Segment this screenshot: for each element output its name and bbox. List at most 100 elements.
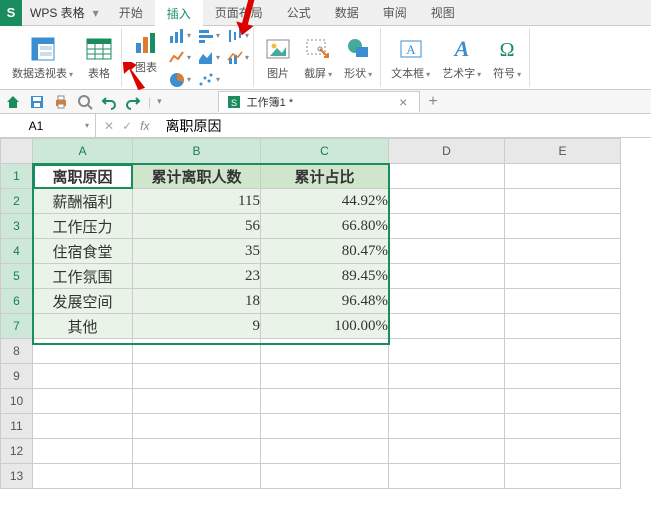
cell[interactable] <box>505 189 621 214</box>
row-header[interactable]: 6 <box>1 289 33 314</box>
cell[interactable] <box>133 464 261 489</box>
cell[interactable] <box>389 239 505 264</box>
cell[interactable] <box>133 439 261 464</box>
cell[interactable] <box>261 464 389 489</box>
cell[interactable] <box>505 239 621 264</box>
cell[interactable]: 薪酬福利 <box>33 189 133 214</box>
cell[interactable]: 56 <box>133 214 261 239</box>
row-header[interactable]: 7 <box>1 314 33 339</box>
cell[interactable] <box>261 364 389 389</box>
cell[interactable] <box>505 164 621 189</box>
cell[interactable] <box>389 389 505 414</box>
shapes-button[interactable]: 形状▾ <box>340 33 376 83</box>
cell[interactable]: 累计占比 <box>261 164 389 189</box>
qat-save-button[interactable] <box>28 93 46 111</box>
cell[interactable] <box>261 439 389 464</box>
cell[interactable] <box>389 289 505 314</box>
column-header[interactable]: C <box>261 139 389 164</box>
name-box-dropdown-icon[interactable]: ▾ <box>85 121 89 130</box>
cell[interactable]: 66.80% <box>261 214 389 239</box>
cell[interactable]: 住宿食堂 <box>33 239 133 264</box>
combo-chart-button[interactable]: ▾ <box>226 49 249 67</box>
scatter-chart-button[interactable]: ▾ <box>197 71 220 89</box>
menu-tab-0[interactable]: 开始 <box>107 0 155 26</box>
column-header[interactable]: A <box>33 139 133 164</box>
formula-input[interactable] <box>157 118 651 134</box>
cell[interactable] <box>33 414 133 439</box>
row-header[interactable]: 10 <box>1 389 33 414</box>
cell[interactable] <box>133 339 261 364</box>
cell[interactable] <box>261 414 389 439</box>
cell[interactable] <box>33 339 133 364</box>
cell[interactable]: 工作压力 <box>33 214 133 239</box>
row-header[interactable]: 2 <box>1 189 33 214</box>
row-header[interactable]: 5 <box>1 264 33 289</box>
cell[interactable]: 9 <box>133 314 261 339</box>
cell[interactable] <box>505 314 621 339</box>
cell[interactable] <box>389 339 505 364</box>
cell[interactable] <box>133 389 261 414</box>
screenshot-button[interactable]: 截屏▾ <box>300 33 336 83</box>
cell[interactable] <box>505 364 621 389</box>
document-add-button[interactable]: + <box>420 93 445 111</box>
cell[interactable]: 发展空间 <box>33 289 133 314</box>
cell[interactable] <box>389 264 505 289</box>
area-chart-button[interactable]: ▾ <box>197 49 220 67</box>
menu-tab-6[interactable]: 视图 <box>419 0 467 26</box>
cell[interactable]: 115 <box>133 189 261 214</box>
cell[interactable]: 离职原因 <box>33 164 133 189</box>
menu-tab-3[interactable]: 公式 <box>275 0 323 26</box>
cell[interactable] <box>505 289 621 314</box>
menu-tab-2[interactable]: 页面布局 <box>203 0 275 26</box>
row-header[interactable]: 1 <box>1 164 33 189</box>
qat-overflow-icon[interactable]: ▾ <box>157 96 162 107</box>
line-chart-button[interactable]: ▾ <box>168 49 191 67</box>
chart-button[interactable]: 图表 <box>128 27 164 89</box>
menu-tab-1[interactable]: 插入 <box>155 0 203 26</box>
cell[interactable] <box>33 364 133 389</box>
textbox-button[interactable]: A 文本框▾ <box>387 33 434 83</box>
cell[interactable] <box>389 439 505 464</box>
row-header[interactable]: 3 <box>1 214 33 239</box>
cell[interactable]: 96.48% <box>261 289 389 314</box>
cell[interactable]: 44.92% <box>261 189 389 214</box>
row-header[interactable]: 9 <box>1 364 33 389</box>
formula-cancel-icon[interactable]: ✕ <box>104 119 114 133</box>
fx-icon[interactable]: fx <box>140 119 149 133</box>
cell[interactable] <box>389 464 505 489</box>
cell[interactable] <box>133 414 261 439</box>
stock-chart-button[interactable]: ▾ <box>226 27 249 45</box>
row-header[interactable]: 13 <box>1 464 33 489</box>
column-header[interactable]: B <box>133 139 261 164</box>
picture-button[interactable]: 图片 <box>260 33 296 83</box>
pivot-table-button[interactable]: 数据透视表▾ <box>8 33 77 83</box>
formula-accept-icon[interactable]: ✓ <box>122 119 132 133</box>
cell[interactable]: 35 <box>133 239 261 264</box>
wordart-button[interactable]: A 艺术字▾ <box>438 33 485 83</box>
app-dropdown-icon[interactable]: ▾ <box>93 6 107 20</box>
select-all-corner[interactable] <box>1 139 33 164</box>
cell[interactable] <box>505 214 621 239</box>
cell[interactable] <box>261 339 389 364</box>
qat-undo-button[interactable] <box>100 93 118 111</box>
table-button[interactable]: 表格 <box>81 33 117 83</box>
cell[interactable] <box>33 439 133 464</box>
row-header[interactable]: 12 <box>1 439 33 464</box>
menu-tab-4[interactable]: 数据 <box>323 0 371 26</box>
cell[interactable] <box>389 364 505 389</box>
document-tab[interactable]: S 工作簿1 * × <box>218 91 421 112</box>
cell[interactable]: 其他 <box>33 314 133 339</box>
cell[interactable] <box>389 164 505 189</box>
qat-home-button[interactable] <box>4 93 22 111</box>
cell[interactable] <box>505 414 621 439</box>
cell[interactable] <box>389 189 505 214</box>
cell[interactable] <box>33 464 133 489</box>
cell[interactable] <box>389 214 505 239</box>
cell[interactable] <box>505 339 621 364</box>
pie-chart-button[interactable]: ▾ <box>168 71 191 89</box>
symbol-button[interactable]: Ω 符号▾ <box>489 33 525 83</box>
column-header[interactable]: E <box>505 139 621 164</box>
cell[interactable] <box>33 389 133 414</box>
document-close-button[interactable]: × <box>395 94 411 110</box>
column-header[interactable]: D <box>389 139 505 164</box>
